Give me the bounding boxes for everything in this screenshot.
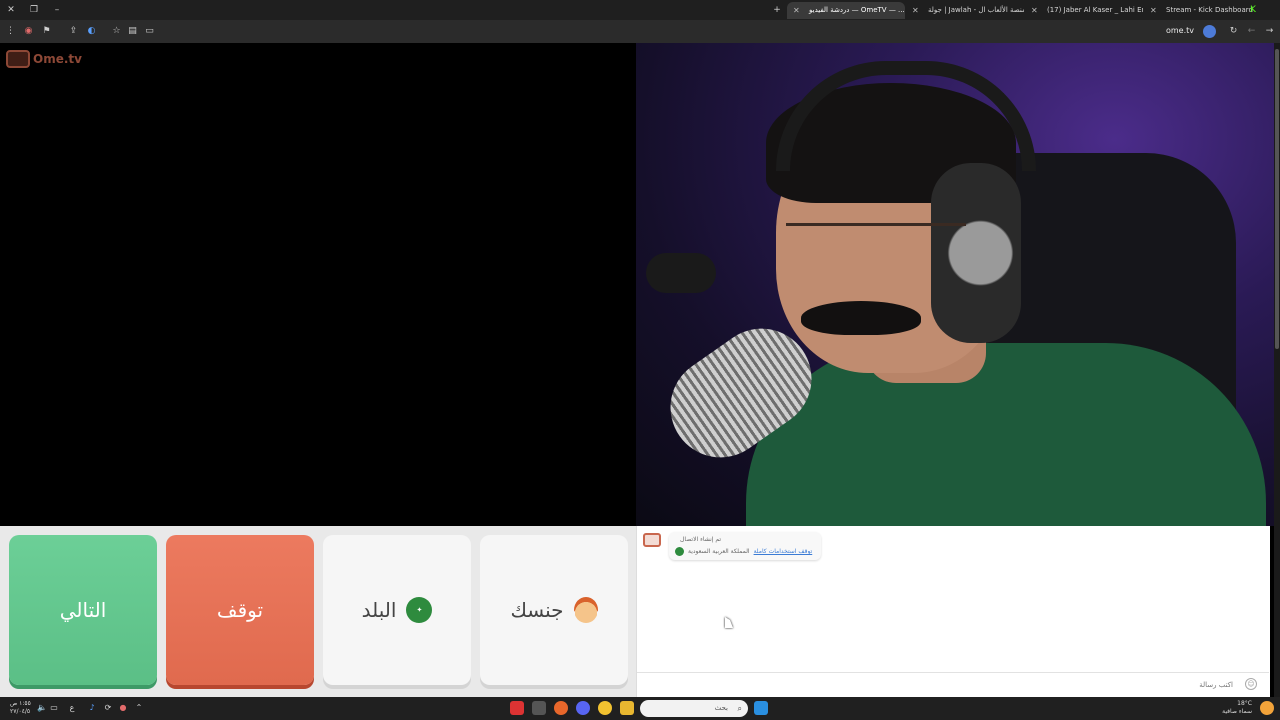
tab-jawlah[interactable]: ✕ جولة | Jawlah - منصة الألعاب ال... [906, 2, 1024, 19]
tray-chevron-icon[interactable]: ⌃ [133, 702, 145, 714]
network-icon[interactable]: ▭ [48, 702, 60, 714]
ometv-stage: Ome.tv التالي توقف البلد ✦ جنسك تم إنشاء… [0, 43, 1280, 697]
epic-games-icon[interactable] [532, 701, 546, 715]
mic-arm-shape [646, 253, 716, 293]
taskbar-search[interactable]: بحث ⌕ [640, 700, 748, 717]
headphone-cup-shape [931, 163, 1021, 343]
logo-text: Ome.tv [33, 52, 82, 66]
share-icon[interactable]: ⇪ [67, 25, 80, 38]
search-icon: ⌕ [737, 704, 742, 713]
ometv-chat-avatar-icon [643, 533, 661, 547]
control-panel: التالي توقف البلد ✦ جنسك [0, 526, 636, 697]
windows-start-icon[interactable] [754, 701, 768, 715]
chrome-icon[interactable] [598, 701, 612, 715]
clock-time: ١:٥٥ ص [10, 700, 31, 707]
country-button[interactable]: البلد ✦ [323, 535, 471, 685]
mustache-shape [801, 301, 921, 335]
forward-icon[interactable]: → [1263, 25, 1276, 38]
tab-youtube[interactable]: ✕ (17) Jaber Al Kaser _ Lahi Ent... [1025, 2, 1143, 19]
profile-avatar[interactable] [1203, 25, 1216, 38]
country-label: البلد [361, 598, 397, 622]
cast-icon[interactable]: ▭ [143, 25, 156, 38]
language-indicator[interactable]: ع [66, 702, 78, 714]
saudi-flag-small-icon [675, 547, 684, 556]
gender-label: جنسك [510, 598, 564, 622]
close-window-icon[interactable]: ✕ [5, 4, 17, 16]
ometv-logo: Ome.tv [6, 48, 82, 70]
tab-ometv[interactable]: ✕ دردشة الفيديو — OmeTV — ... [787, 2, 905, 19]
stop-button[interactable]: توقف [166, 535, 314, 685]
weather-temp: 18°C [1237, 700, 1252, 707]
boy-face-icon [573, 597, 598, 623]
browser-tab-strip: ✕ ❐ – + ✕ دردشة الفيديو — OmeTV — ... ✕ … [0, 0, 1280, 20]
tab-close-icon[interactable]: ✕ [912, 2, 919, 19]
scrollbar-thumb[interactable] [1275, 49, 1279, 349]
translate-icon[interactable]: ◐ [85, 25, 98, 38]
stranger-video: Ome.tv [0, 43, 636, 526]
stop-link[interactable]: توقف استخدامات كاملة [754, 548, 813, 555]
system-message-bubble: تم إنشاء الاتصال المملكة العربية السعودي… [669, 532, 821, 560]
tab-close-icon[interactable]: ✕ [793, 2, 800, 19]
reload-icon[interactable]: ↻ [1227, 25, 1240, 38]
page-scrollbar[interactable] [1274, 43, 1280, 697]
stop-label: توقف [216, 598, 264, 622]
next-button[interactable]: التالي [9, 535, 157, 685]
extension-icon[interactable]: ⚑ [40, 25, 53, 38]
menu-dots-icon[interactable]: ⋮ [4, 25, 17, 38]
site-label[interactable]: ome.tv [1166, 26, 1194, 35]
tab-close-icon[interactable]: ✕ [1150, 2, 1157, 19]
saudi-flag-icon: ✦ [406, 597, 433, 623]
file-explorer-icon[interactable] [620, 701, 634, 715]
kick-extension-icon[interactable]: K [1247, 4, 1259, 16]
mouse-cursor-icon [725, 617, 733, 628]
weather-widget[interactable]: 18°C سماء صافية [1222, 700, 1252, 716]
emoji-icon[interactable]: ☺ [1245, 678, 1257, 690]
app-orange-icon[interactable] [554, 701, 568, 715]
glasses-shape [786, 223, 966, 253]
country-text: المملكة العربية السعودية [688, 548, 750, 555]
self-camera-video [636, 43, 1274, 526]
tv-logo-icon [6, 50, 30, 68]
tab-close-icon[interactable]: ✕ [1031, 2, 1038, 19]
tray-app-icon[interactable]: ● [117, 702, 129, 714]
next-label: التالي [59, 598, 107, 622]
weather-sun-icon [1260, 701, 1274, 715]
record-icon[interactable]: ◉ [22, 25, 35, 38]
system-message-text: تم إنشاء الاتصال [680, 536, 721, 543]
headphone-band-shape [776, 61, 1036, 171]
minimize-window-icon[interactable]: – [51, 4, 63, 16]
clock[interactable]: ١:٥٥ ص ٢٧/٠٤/٥ [10, 700, 31, 716]
tab-kick[interactable]: ✕ Stream - Kick Dashboard [1144, 2, 1262, 19]
person-shirt-shape [746, 343, 1266, 526]
new-tab-plus-icon[interactable]: + [771, 4, 783, 16]
windows-taskbar: ١:٥٥ ص ٢٧/٠٤/٥ 🔈 ▭ ع ♪ ⟳ ● ⌃ بحث ⌕ 18°C … [0, 697, 1280, 720]
sync-icon[interactable]: ⟳ [102, 702, 114, 714]
tab-title: جولة | Jawlah - منصة الألعاب ال... [928, 6, 1024, 14]
chat-message-input[interactable] [643, 678, 1233, 692]
chat-input-bar: ☺ [637, 672, 1269, 697]
tab-title: Stream - Kick Dashboard [1166, 6, 1253, 14]
search-placeholder: بحث [714, 704, 728, 712]
tab-title: دردشة الفيديو — OmeTV — ... [809, 6, 905, 14]
back-icon[interactable]: ← [1245, 25, 1258, 38]
bookmark-star-icon[interactable]: ☆ [110, 25, 123, 38]
mic-icon[interactable]: ♪ [86, 702, 98, 714]
reading-list-icon[interactable]: ▤ [126, 25, 139, 38]
gender-button[interactable]: جنسك [480, 535, 628, 685]
volume-icon[interactable]: 🔈 [36, 702, 48, 714]
system-message-details: المملكة العربية السعودية توقف استخدامات … [675, 547, 812, 556]
discord-icon[interactable] [576, 701, 590, 715]
restore-window-icon[interactable]: ❐ [28, 4, 40, 16]
browser-toolbar: ⋮ ◉ ⚑ ⇪ ◐ ☆ ▤ ▭ ome.tv ↻ ← → [0, 20, 1280, 43]
weather-text: سماء صافية [1222, 708, 1252, 715]
tab-title: (17) Jaber Al Kaser _ Lahi Ent... [1047, 6, 1143, 14]
obs-icon[interactable] [510, 701, 524, 715]
clock-date: ٢٧/٠٤/٥ [10, 708, 31, 715]
chat-panel: تم إنشاء الاتصال المملكة العربية السعودي… [636, 526, 1270, 697]
